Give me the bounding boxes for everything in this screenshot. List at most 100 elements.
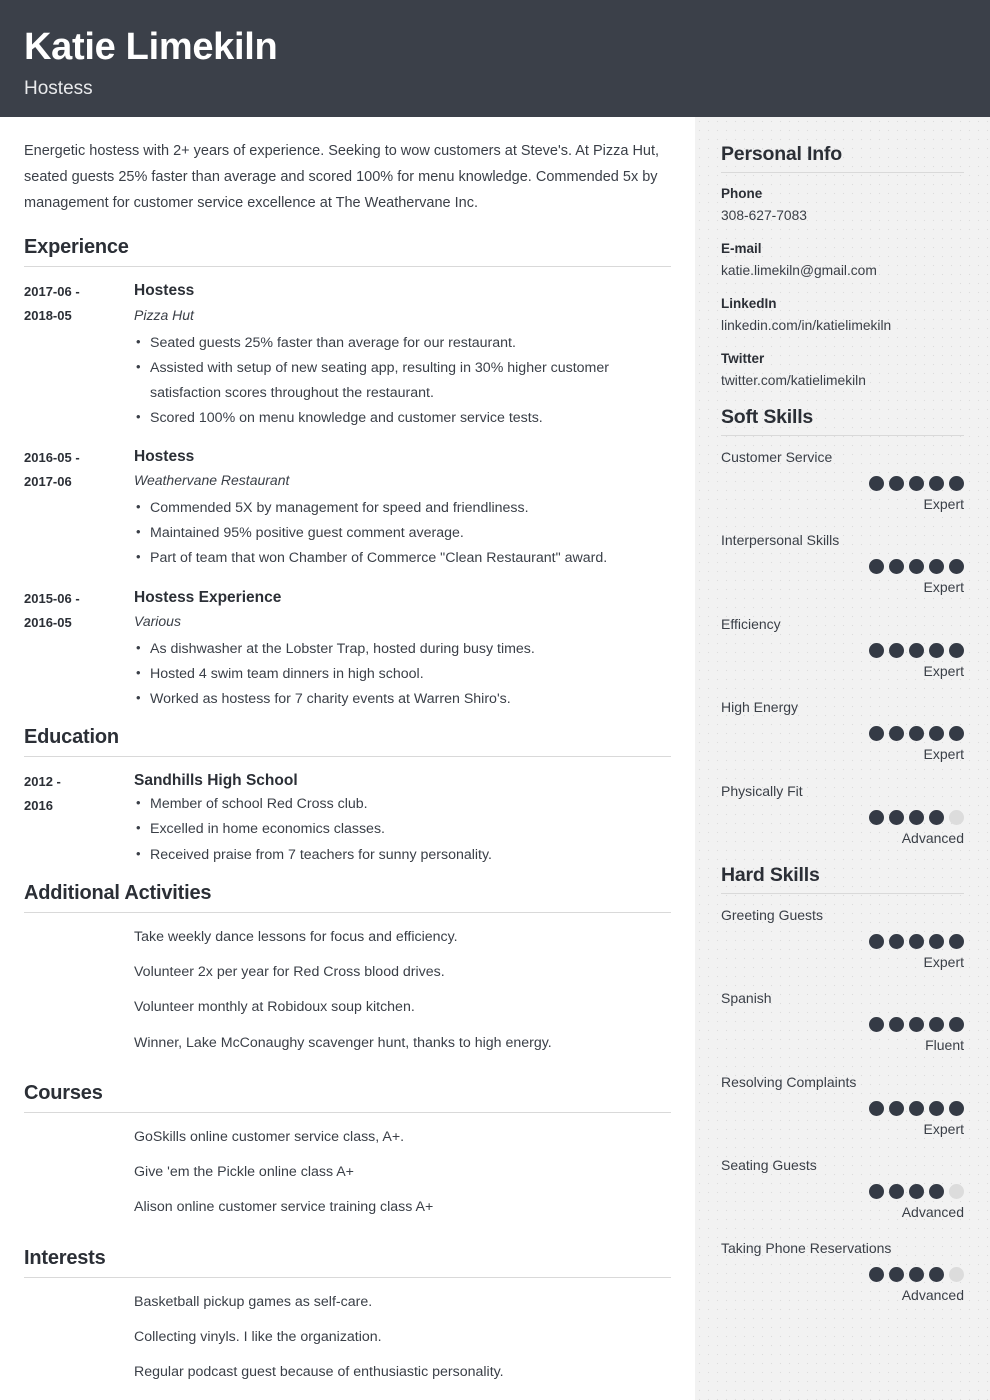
resume-entry: 2017-06 - 2018-05 Hostess Pizza Hut Seated g… — [24, 279, 671, 431]
education-entry-list: 2012 - 2016 Sandhills High SchoolMember of… — [24, 769, 671, 868]
rating-dot-empty — [949, 1267, 964, 1283]
entry-date-to: 2018-05 — [24, 308, 72, 324]
resume-page: Katie Limekiln Hostess Energetic hostess… — [0, 0, 990, 1400]
section-experience: Experience 2017-06 - 2018-05 Hostess Pizza … — [24, 236, 671, 712]
resume-body: Energetic hostess with 2+ years of exper… — [0, 117, 990, 1400]
list-item: GoSkills online customer service class, … — [134, 1128, 405, 1145]
entry-title: Hostess — [134, 282, 195, 300]
rating-dot-filled — [869, 475, 884, 491]
date-spacer — [24, 1290, 134, 1396]
section-divider — [24, 911, 671, 913]
skill-level-label: Expert — [923, 953, 964, 970]
entry-bullet-list: Commended 5X by management for speed and… — [134, 495, 671, 571]
resume-entry: 2015-06 - 2016-05 Hostess Experience Variou… — [24, 586, 671, 713]
section-title-interests: Interests — [24, 1246, 106, 1269]
rating-dot-filled — [929, 1017, 944, 1033]
skill-name: Taking Phone Reservations — [721, 1240, 892, 1257]
rating-dot-filled — [909, 475, 924, 491]
skill-name: Customer Service — [721, 448, 833, 465]
rating-dot-filled — [929, 1267, 944, 1283]
entry-date-to: 2016-05 — [24, 614, 72, 630]
sidebar-divider — [721, 172, 964, 173]
skill-rating-dots — [721, 475, 964, 491]
rating-dot-filled — [889, 726, 904, 742]
sidebar-section-soft-skills: Soft Skills Customer Service Expert Interp… — [721, 406, 964, 849]
list-item: Volunteer 2x per year for Red Cross bloo… — [134, 963, 445, 980]
personal-info-label: Phone — [721, 186, 763, 201]
summary-text: Energetic hostess with 2+ years of exper… — [24, 143, 660, 211]
skill-name: High Energy — [721, 699, 799, 716]
entry-date-to: 2017-06 — [24, 474, 72, 490]
section-education: Education 2012 - 2016 Sandhills High Schoo… — [24, 726, 671, 868]
rating-dot-filled — [889, 475, 904, 491]
list-item: Volunteer monthly at Robidoux soup kitch… — [134, 999, 415, 1016]
rating-dot-filled — [929, 726, 944, 742]
personal-info-item: Phone 308-627-7083 — [721, 184, 964, 227]
entry-title: Hostess — [134, 448, 195, 466]
skill-level-label: Expert — [923, 746, 964, 763]
rating-dot-filled — [909, 559, 924, 575]
personal-info-label: E-mail — [721, 240, 762, 256]
entry-date-from: 2017-06 - — [24, 284, 80, 300]
skill-item: Spanish Fluent — [721, 988, 964, 1056]
rating-dot-filled — [929, 1184, 944, 1200]
entry-bullet: As dishwasher at the Lobster Trap, hoste… — [134, 636, 671, 662]
skill-level-label: Expert — [923, 1120, 964, 1137]
skill-item: Greeting Guests Expert — [721, 905, 964, 973]
entry-bullet-list: Seated guests 25% faster than average fo… — [134, 330, 671, 432]
skill-rating-dots — [721, 726, 964, 742]
rating-dot-filled — [889, 809, 904, 825]
entry-body: Hostess Pizza Hut Seated guests 25% faster… — [134, 279, 671, 431]
skill-level-label: Advanced — [901, 829, 964, 846]
entry-date-to: 2016 — [24, 798, 53, 814]
sidebar-section-personal-info: Personal Info Phone 308-627-7083 E-mail kat… — [721, 143, 964, 392]
date-spacer — [24, 925, 134, 1066]
rating-dot-filled — [869, 642, 884, 658]
skill-name: Physically Fit — [721, 782, 803, 799]
rating-dot-filled — [909, 1267, 924, 1283]
skill-item: Physically Fit Advanced — [721, 781, 964, 849]
skill-level-label: Expert — [923, 579, 964, 596]
entry-date-from: 2016-05 - — [24, 450, 80, 466]
section-divider — [24, 1276, 671, 1278]
rating-dot-filled — [929, 559, 944, 575]
skill-level-label: Advanced — [901, 1287, 964, 1304]
section-title-experience: Experience — [24, 236, 129, 259]
skill-rating-dots — [721, 642, 964, 658]
entry-bullet: Scored 100% on menu knowledge and custom… — [134, 405, 671, 431]
section-divider — [24, 756, 671, 758]
candidate-name: Katie Limekiln — [24, 26, 278, 68]
section-courses: Courses GoSkills online customer service… — [24, 1082, 671, 1231]
skill-item: Interpersonal Skills Expert — [721, 530, 964, 598]
rating-dot-filled — [869, 559, 884, 575]
courses-entry: GoSkills online customer service class, … — [24, 1125, 671, 1231]
entry-subtitle: Weathervane Restaurant — [134, 472, 290, 489]
section-divider — [24, 1111, 671, 1113]
additional-activities-entry: Take weekly dance lessons for focus and … — [24, 925, 671, 1066]
personal-info-item: LinkedIn linkedin.com/in/katielimekiln — [721, 294, 964, 337]
skill-item: Resolving Complaints Expert — [721, 1072, 964, 1140]
rating-dot-filled — [869, 1184, 884, 1200]
skill-rating-dots — [721, 1100, 964, 1116]
skill-name: Spanish — [721, 990, 772, 1007]
experience-entry-list: 2017-06 - 2018-05 Hostess Pizza Hut Seated g… — [24, 279, 671, 712]
entry-bullet: Maintained 95% positive guest comment av… — [134, 520, 671, 546]
rating-dot-filled — [909, 1184, 924, 1200]
personal-info-list: Phone 308-627-7083 E-mail katie.limekiln@gm… — [721, 184, 964, 392]
rating-dot-filled — [909, 726, 924, 742]
date-spacer — [24, 1125, 134, 1231]
entry-bullet: Seated guests 25% faster than average fo… — [134, 330, 671, 356]
skill-name: Interpersonal Skills — [721, 532, 840, 549]
skill-item: High Energy Expert — [721, 697, 964, 765]
skill-level-label: Fluent — [925, 1037, 964, 1054]
personal-info-value: linkedin.com/in/katielimekiln — [721, 317, 892, 333]
rating-dot-filled — [869, 1100, 884, 1116]
sidebar-section-hard-skills: Hard Skills Greeting Guests Expert Spanish… — [721, 864, 964, 1307]
skill-name: Greeting Guests — [721, 906, 823, 923]
resume-header: Katie Limekiln Hostess — [0, 0, 990, 117]
rating-dot-empty — [949, 1184, 964, 1200]
resume-entry: 2016-05 - 2017-06 Hostess Weathervane Resta… — [24, 445, 671, 572]
personal-info-value: 308-627-7083 — [721, 207, 807, 223]
skill-item: Taking Phone Reservations Advanced — [721, 1238, 964, 1306]
entry-date-range: 2015-06 - 2016-05 — [24, 586, 134, 713]
